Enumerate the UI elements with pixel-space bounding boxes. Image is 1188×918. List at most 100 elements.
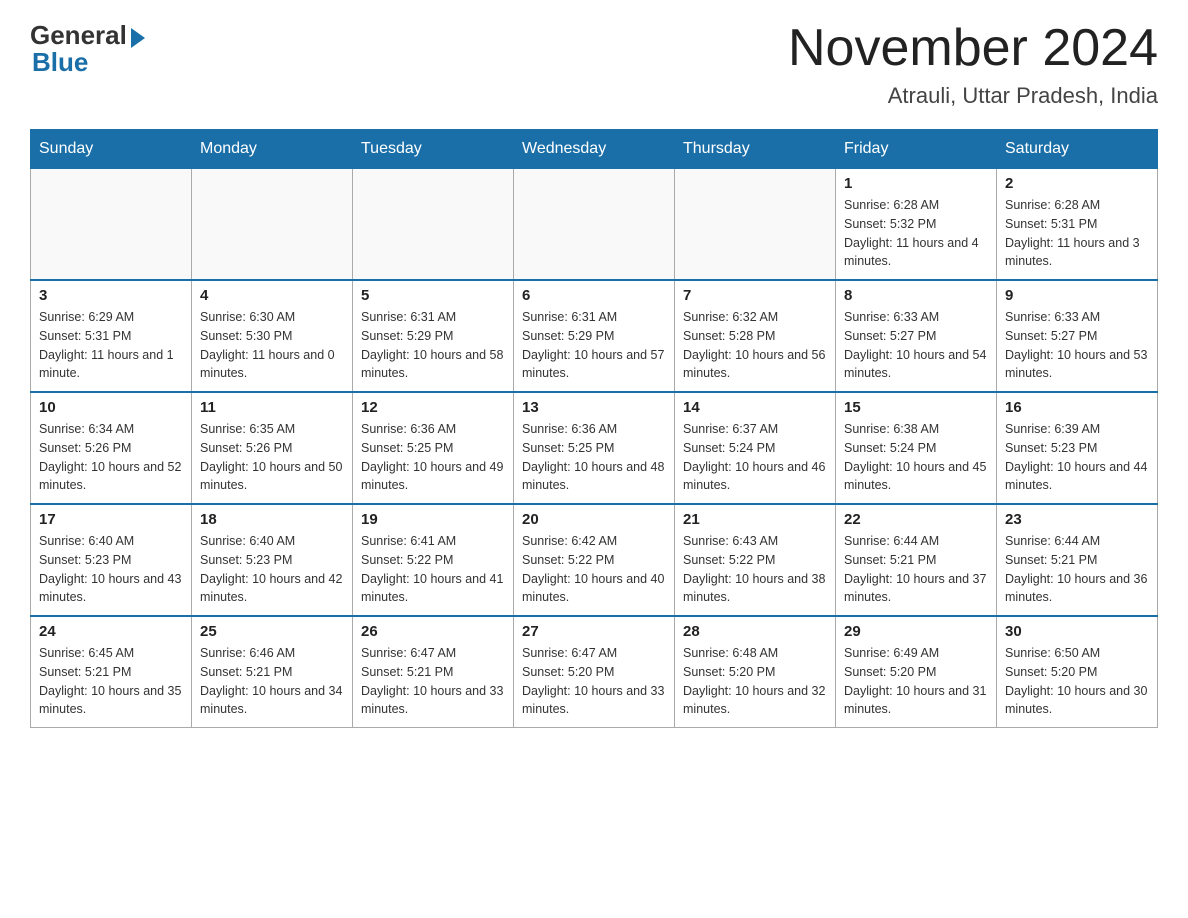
day-info: Sunrise: 6:35 AMSunset: 5:26 PMDaylight:… [200,420,344,495]
calendar-table: Sunday Monday Tuesday Wednesday Thursday… [30,129,1158,728]
calendar-cell: 16 Sunrise: 6:39 AMSunset: 5:23 PMDayligh… [997,392,1158,504]
calendar-cell: 21Sunrise: 6:43 AMSunset: 5:22 PMDayligh… [675,504,836,616]
calendar-header-row: Sunday Monday Tuesday Wednesday Thursday… [31,130,1158,169]
calendar-cell: 22Sunrise: 6:44 AMSunset: 5:21 PMDayligh… [836,504,997,616]
calendar-cell: 17 Sunrise: 6:40 AMSunset: 5:23 PMDayligh… [31,504,192,616]
day-number: 2 [1005,175,1149,192]
month-year-title: November 2024 [788,20,1158,77]
calendar-cell [514,169,675,281]
calendar-cell [353,169,514,281]
day-info: Sunrise: 6:43 AMSunset: 5:22 PMDaylight:… [683,532,827,607]
day-info: Sunrise: 6:41 AMSunset: 5:22 PMDaylight:… [361,532,505,607]
day-number: 15 [844,399,988,416]
day-info: Sunrise: 6:48 AMSunset: 5:20 PMDaylight:… [683,644,827,719]
calendar-cell [675,169,836,281]
day-number: 9 [1005,287,1149,304]
col-header-friday: Friday [836,130,997,169]
calendar-week-row-5: 24Sunrise: 6:45 AMSunset: 5:21 PMDayligh… [31,616,1158,728]
col-header-tuesday: Tuesday [353,130,514,169]
day-number: 6 [522,287,666,304]
calendar-cell: 6 Sunrise: 6:31 AMSunset: 5:29 PMDaylight… [514,280,675,392]
calendar-cell: 24Sunrise: 6:45 AMSunset: 5:21 PMDayligh… [31,616,192,728]
day-info: Sunrise: 6:47 AMSunset: 5:21 PMDaylight:… [361,644,505,719]
day-info: Sunrise: 6:36 AMSunset: 5:25 PMDaylight:… [361,420,505,495]
calendar-cell: 7 Sunrise: 6:32 AMSunset: 5:28 PMDaylight… [675,280,836,392]
day-info: Sunrise: 6:34 AMSunset: 5:26 PMDaylight:… [39,420,183,495]
day-info: Sunrise: 6:31 AMSunset: 5:29 PMDaylight:… [361,308,505,383]
calendar-cell: 18 Sunrise: 6:40 AMSunset: 5:23 PMDayligh… [192,504,353,616]
day-number: 14 [683,399,827,416]
day-info: Sunrise: 6:31 AMSunset: 5:29 PMDaylight:… [522,308,666,383]
col-header-sunday: Sunday [31,130,192,169]
day-info: Sunrise: 6:37 AMSunset: 5:24 PMDaylight:… [683,420,827,495]
day-info: Sunrise: 6:33 AMSunset: 5:27 PMDaylight:… [1005,308,1149,383]
day-info: Sunrise: 6:44 AMSunset: 5:21 PMDaylight:… [1005,532,1149,607]
day-number: 30 [1005,623,1149,640]
day-info: Sunrise: 6:40 AMSunset: 5:23 PMDaylight:… [200,532,344,607]
day-number: 8 [844,287,988,304]
day-number: 10 [39,399,183,416]
calendar-cell: 9 Sunrise: 6:33 AMSunset: 5:27 PMDaylight… [997,280,1158,392]
calendar-cell: 23 Sunrise: 6:44 AMSunset: 5:21 PMDayligh… [997,504,1158,616]
day-number: 5 [361,287,505,304]
calendar-week-row-1: 1 Sunrise: 6:28 AMSunset: 5:32 PMDaylight… [31,169,1158,281]
calendar-cell: 15 Sunrise: 6:38 AMSunset: 5:24 PMDayligh… [836,392,997,504]
day-number: 13 [522,399,666,416]
col-header-saturday: Saturday [997,130,1158,169]
calendar-cell: 19Sunrise: 6:41 AMSunset: 5:22 PMDayligh… [353,504,514,616]
calendar-cell: 25 Sunrise: 6:46 AMSunset: 5:21 PMDayligh… [192,616,353,728]
day-number: 29 [844,623,988,640]
col-header-monday: Monday [192,130,353,169]
day-info: Sunrise: 6:46 AMSunset: 5:21 PMDaylight:… [200,644,344,719]
day-info: Sunrise: 6:28 AMSunset: 5:32 PMDaylight:… [844,196,988,271]
page-header: General Blue November 2024 Atrauli, Utta… [30,20,1158,109]
day-info: Sunrise: 6:32 AMSunset: 5:28 PMDaylight:… [683,308,827,383]
calendar-cell: 4 Sunrise: 6:30 AMSunset: 5:30 PMDaylight… [192,280,353,392]
day-info: Sunrise: 6:36 AMSunset: 5:25 PMDaylight:… [522,420,666,495]
day-info: Sunrise: 6:45 AMSunset: 5:21 PMDaylight:… [39,644,183,719]
calendar-cell: 14 Sunrise: 6:37 AMSunset: 5:24 PMDayligh… [675,392,836,504]
logo-blue-text: Blue [30,47,88,78]
day-info: Sunrise: 6:38 AMSunset: 5:24 PMDaylight:… [844,420,988,495]
day-number: 25 [200,623,344,640]
day-number: 3 [39,287,183,304]
title-block: November 2024 Atrauli, Uttar Pradesh, In… [788,20,1158,109]
day-number: 17 [39,511,183,528]
day-number: 26 [361,623,505,640]
calendar-cell [31,169,192,281]
day-number: 16 [1005,399,1149,416]
col-header-thursday: Thursday [675,130,836,169]
day-number: 20 [522,511,666,528]
calendar-cell: 12Sunrise: 6:36 AMSunset: 5:25 PMDayligh… [353,392,514,504]
calendar-cell: 5 Sunrise: 6:31 AMSunset: 5:29 PMDaylight… [353,280,514,392]
day-number: 23 [1005,511,1149,528]
calendar-cell: 11 Sunrise: 6:35 AMSunset: 5:26 PMDayligh… [192,392,353,504]
calendar-cell: 8 Sunrise: 6:33 AMSunset: 5:27 PMDaylight… [836,280,997,392]
day-number: 18 [200,511,344,528]
col-header-wednesday: Wednesday [514,130,675,169]
calendar-cell: 13 Sunrise: 6:36 AMSunset: 5:25 PMDayligh… [514,392,675,504]
day-info: Sunrise: 6:40 AMSunset: 5:23 PMDaylight:… [39,532,183,607]
day-number: 7 [683,287,827,304]
day-info: Sunrise: 6:47 AMSunset: 5:20 PMDaylight:… [522,644,666,719]
location-subtitle: Atrauli, Uttar Pradesh, India [788,83,1158,109]
calendar-cell: 29Sunrise: 6:49 AMSunset: 5:20 PMDayligh… [836,616,997,728]
day-info: Sunrise: 6:50 AMSunset: 5:20 PMDaylight:… [1005,644,1149,719]
calendar-cell [192,169,353,281]
day-info: Sunrise: 6:29 AMSunset: 5:31 PMDaylight:… [39,308,183,383]
day-info: Sunrise: 6:33 AMSunset: 5:27 PMDaylight:… [844,308,988,383]
calendar-cell: 27 Sunrise: 6:47 AMSunset: 5:20 PMDayligh… [514,616,675,728]
day-info: Sunrise: 6:30 AMSunset: 5:30 PMDaylight:… [200,308,344,383]
logo: General Blue [30,20,145,78]
day-number: 4 [200,287,344,304]
calendar-week-row-4: 17 Sunrise: 6:40 AMSunset: 5:23 PMDayligh… [31,504,1158,616]
calendar-cell: 26 Sunrise: 6:47 AMSunset: 5:21 PMDayligh… [353,616,514,728]
calendar-cell: 10 Sunrise: 6:34 AMSunset: 5:26 PMDayligh… [31,392,192,504]
day-info: Sunrise: 6:39 AMSunset: 5:23 PMDaylight:… [1005,420,1149,495]
day-number: 22 [844,511,988,528]
calendar-week-row-2: 3 Sunrise: 6:29 AMSunset: 5:31 PMDaylight… [31,280,1158,392]
day-number: 1 [844,175,988,192]
day-number: 28 [683,623,827,640]
day-number: 11 [200,399,344,416]
day-number: 27 [522,623,666,640]
